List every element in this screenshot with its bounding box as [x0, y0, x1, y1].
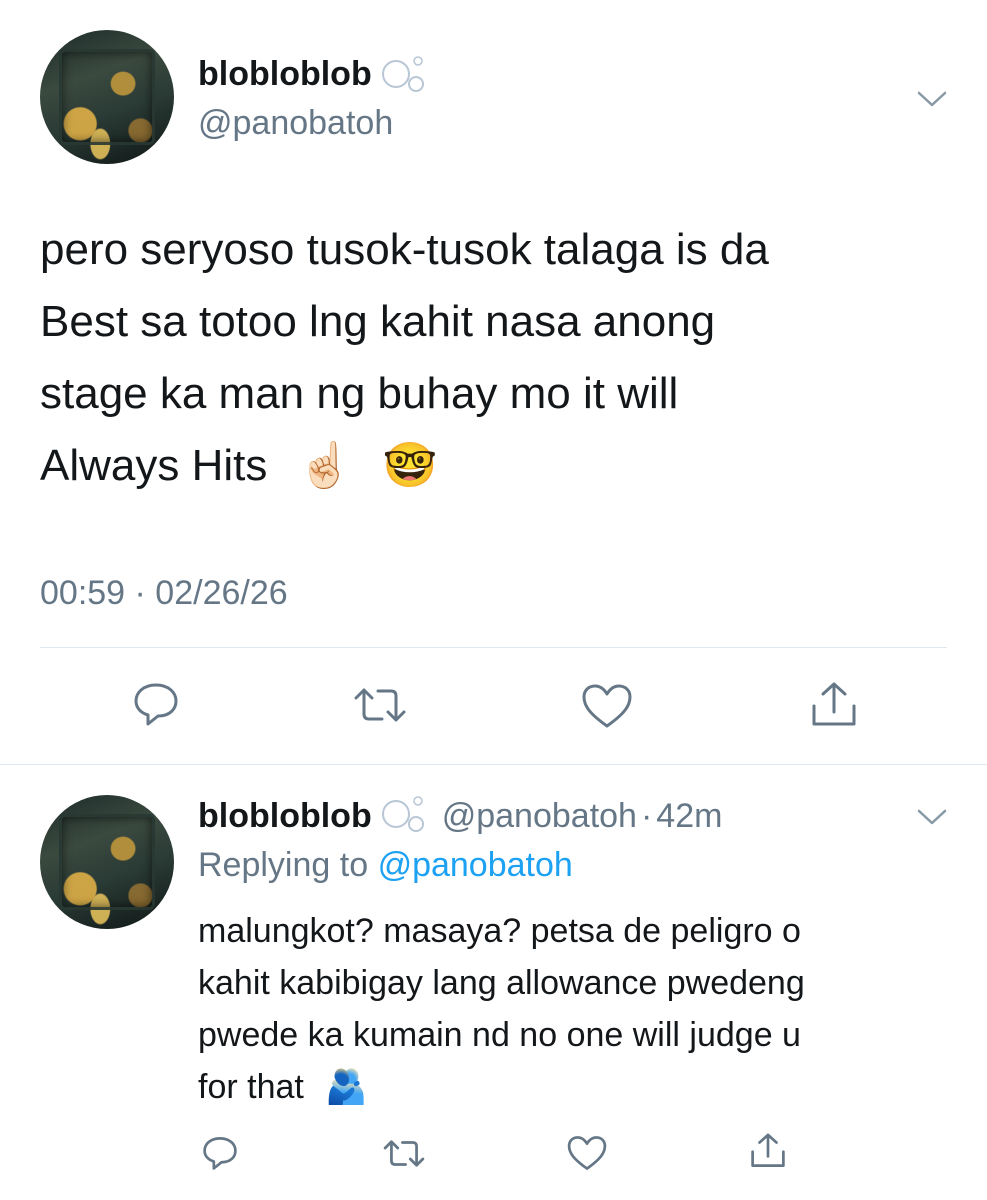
display-name: blobloblob: [198, 796, 372, 835]
reply-text-line: malungkot? masaya? petsa de peligro o: [198, 912, 801, 950]
chevron-down-icon[interactable]: [916, 806, 948, 828]
tweet-text-line: Best sa totoo lng kahit nasa anong: [40, 297, 716, 346]
tweet-text-line: stage ka man ng buhay mo it will: [40, 369, 679, 418]
time-ago: 42m: [656, 796, 723, 835]
handle[interactable]: @panobatoh: [198, 104, 393, 143]
heart-icon[interactable]: [566, 1134, 608, 1172]
reply-icon[interactable]: [200, 1134, 240, 1172]
reply-text-line: kahit kabibigay lang allowance pwedeng: [198, 964, 805, 1002]
divider: [0, 764, 987, 765]
share-icon[interactable]: [808, 680, 860, 730]
reply-text: malungkot? masaya? petsa de peligro o ka…: [198, 905, 958, 1113]
replying-to-handle[interactable]: @panobatoh: [378, 846, 573, 884]
reply-text-line: pwede ka kumain nd no one will judge u: [198, 1016, 801, 1054]
tweet-text-line: pero seryoso tusok-tusok talaga is da: [40, 225, 769, 274]
pointing-up-emoji: ☝🏻: [297, 441, 353, 490]
hug-emoji: 🫂: [325, 1068, 368, 1106]
share-icon[interactable]: [748, 1131, 788, 1171]
avatar[interactable]: [40, 30, 174, 164]
bubbles-icon: [380, 790, 432, 843]
reply-icon[interactable]: [130, 680, 182, 728]
handle: @panobatoh: [441, 796, 637, 835]
divider: [40, 647, 947, 648]
retweet-icon[interactable]: [352, 684, 408, 726]
retweet-icon[interactable]: [382, 1137, 426, 1170]
reply-author-line[interactable]: blobloblob @panobatoh · 42m: [198, 794, 722, 838]
bubbles-icon: [380, 50, 432, 99]
time-separator: ·: [640, 796, 653, 835]
replying-to: Replying to @panobatoh: [198, 846, 573, 885]
display-name: blobloblob: [198, 54, 372, 93]
reply-text-line: for that: [198, 1068, 304, 1106]
replying-to-label: Replying to: [198, 846, 369, 884]
tweet-text: pero seryoso tusok-tusok talaga is da Be…: [40, 214, 960, 502]
nerd-face-emoji: 🤓: [382, 441, 438, 490]
chevron-down-icon[interactable]: [916, 88, 948, 110]
heart-icon[interactable]: [580, 682, 634, 730]
avatar[interactable]: [40, 795, 174, 929]
main-tweet-author[interactable]: blobloblob: [198, 52, 432, 96]
tweet-text-line: Always Hits: [40, 441, 268, 490]
timestamp[interactable]: 00:59 · 02/26/26: [40, 574, 288, 613]
